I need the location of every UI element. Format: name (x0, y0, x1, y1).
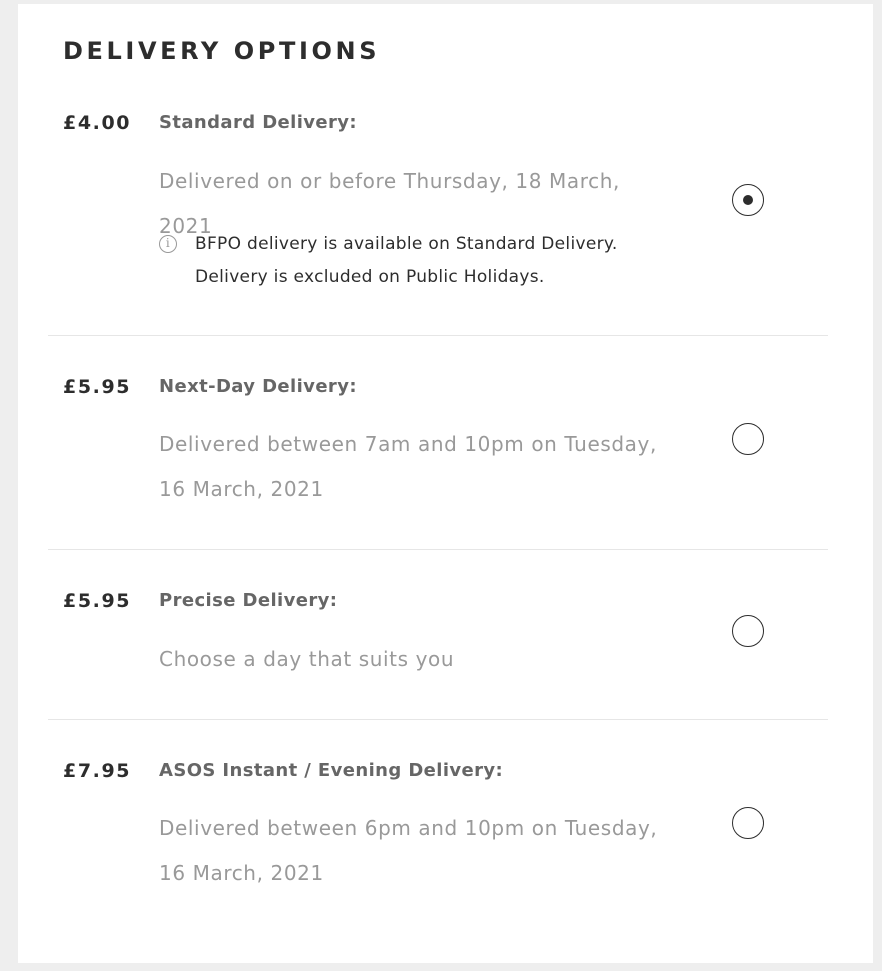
page-title: DELIVERY OPTIONS (63, 37, 381, 65)
option-name: Next-Day Delivery: (159, 376, 357, 397)
option-price: £5.95 (63, 590, 132, 612)
info-line: Delivery is excluded on Public Holidays. (195, 267, 545, 287)
option-description: Choose a day that suits you (159, 647, 455, 671)
divider (48, 719, 828, 720)
info-text: BFPO delivery is available on Standard D… (195, 228, 675, 294)
option-price: £5.95 (63, 376, 132, 398)
divider (48, 549, 828, 550)
option-price: £7.95 (63, 760, 132, 782)
option-price: £4.00 (63, 112, 132, 134)
option-description: Delivered between 6pm and 10pm on Tuesda… (159, 816, 658, 885)
option-name: ASOS Instant / Evening Delivery: (159, 760, 504, 781)
option-name: Precise Delivery: (159, 590, 338, 611)
radio-precise-delivery[interactable] (732, 615, 764, 647)
divider (48, 335, 828, 336)
delivery-options-card: DELIVERY OPTIONS £4.00 Standard Delivery… (18, 4, 873, 963)
radio-standard-delivery[interactable] (732, 184, 764, 216)
option-description: Delivered between 7am and 10pm on Tuesda… (159, 432, 657, 501)
radio-instant-evening-delivery[interactable] (732, 807, 764, 839)
option-name: Standard Delivery: (159, 112, 358, 133)
info-line: BFPO delivery is available on Standard D… (195, 234, 618, 254)
radio-next-day-delivery[interactable] (732, 423, 764, 455)
info-icon: i (159, 235, 177, 253)
